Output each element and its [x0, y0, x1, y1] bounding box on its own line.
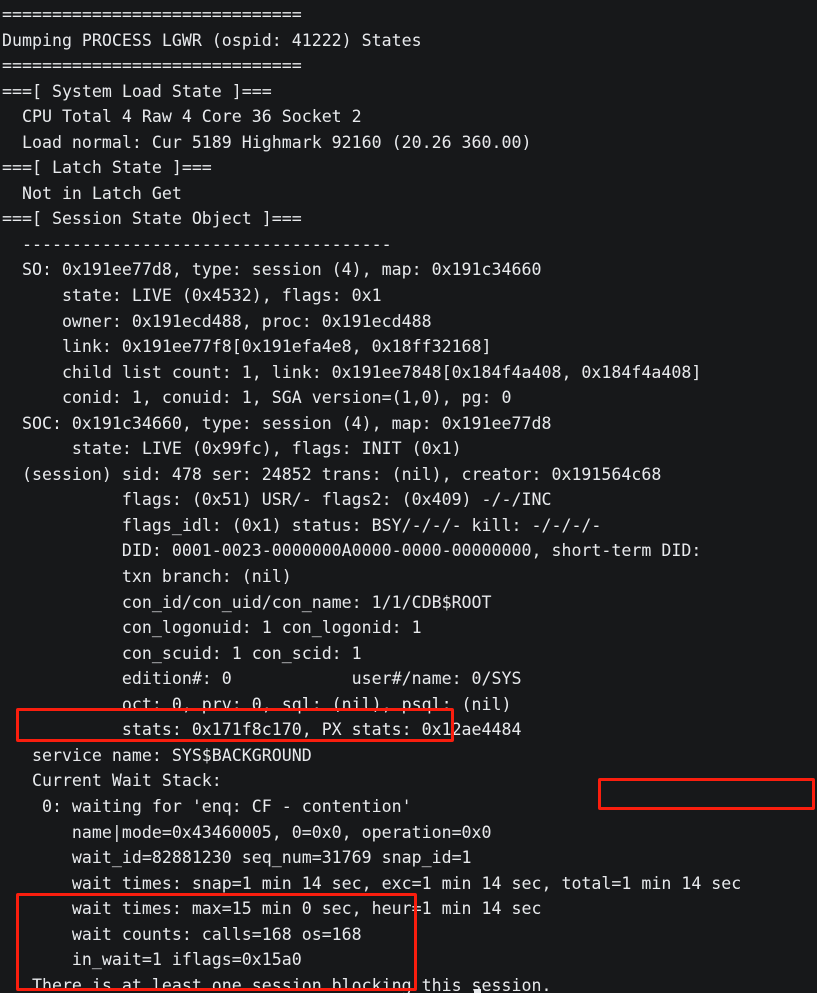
terminal-line: link: 0x191ee77f8[0x191efa4e8, 0x18ff321…: [2, 337, 492, 357]
terminal-line: owner: 0x191ecd488, proc: 0x191ecd488: [2, 311, 432, 331]
terminal-line: con_logonuid: 1 con_logonid: 1: [2, 618, 422, 638]
terminal-line: wait times: max=15 min 0 sec, heur=1 min…: [2, 899, 542, 919]
terminal-line: There is at least one session blocking t…: [2, 975, 552, 993]
terminal-line: con_id/con_uid/con_name: 1/1/CDB$ROOT: [2, 592, 492, 612]
terminal-line: -------------------------------------: [2, 234, 392, 254]
terminal-line: SO: 0x191ee77d8, type: session (4), map:…: [2, 260, 542, 280]
terminal-line: ==============================: [2, 56, 302, 76]
terminal-line: child list count: 1, link: 0x191ee7848[0…: [2, 362, 702, 382]
terminal-line: Load normal: Cur 5189 Highmark 92160 (20…: [2, 132, 532, 152]
terminal-line: wait times: snap=1 min 14 sec, exc=1 min…: [2, 873, 742, 893]
terminal-line: Current Wait Stack:: [2, 771, 222, 791]
terminal-line: SOC: 0x191c34660, type: session (4), map…: [2, 413, 552, 433]
terminal-line: (session) sid: 478 ser: 24852 trans: (ni…: [2, 464, 662, 484]
terminal-line: con_scuid: 1 con_scid: 1: [2, 643, 362, 663]
terminal-line: ===[ Latch State ]===: [2, 158, 212, 178]
terminal-line: ===[ Session State Object ]===: [2, 209, 302, 229]
terminal-line: service name: SYS$BACKGROUND: [2, 745, 312, 765]
terminal-line: txn branch: (nil): [2, 567, 292, 587]
terminal-line: name|mode=0x43460005, 0=0x0, operation=0…: [2, 822, 492, 842]
terminal-text-output: ============================== Dumping PR…: [0, 2, 817, 993]
terminal-line: state: LIVE (0x4532), flags: 0x1: [2, 286, 382, 306]
terminal-line: stats: 0x171f8c170, PX stats: 0x12ae4484: [2, 720, 522, 740]
terminal-line: flags: (0x51) USR/- flags2: (0x409) -/-/…: [2, 490, 552, 510]
terminal-line: wait counts: calls=168 os=168: [2, 924, 362, 944]
terminal-cursor: [474, 989, 481, 993]
terminal-line: conid: 1, conuid: 1, SGA version=(1,0), …: [2, 388, 512, 408]
terminal-line: ===[ System Load State ]===: [2, 81, 272, 101]
terminal-line: ==============================: [2, 5, 302, 24]
terminal-line: edition#: 0 user#/name: 0/SYS: [2, 669, 522, 689]
terminal-line: state: LIVE (0x99fc), flags: INIT (0x1): [2, 439, 462, 459]
terminal-line: wait_id=82881230 seq_num=31769 snap_id=1: [2, 848, 472, 868]
terminal-window[interactable]: ============================== Dumping PR…: [0, 0, 817, 993]
terminal-line: DID: 0001-0023-0000000A0000-0000-0000000…: [2, 541, 702, 561]
terminal-line: 0: waiting for 'enq: CF - contention': [2, 796, 412, 816]
terminal-line: CPU Total 4 Raw 4 Core 36 Socket 2: [2, 107, 362, 127]
terminal-line: oct: 0, prv: 0, sql: (nil), psql: (nil): [2, 694, 512, 714]
terminal-line: in_wait=1 iflags=0x15a0: [2, 950, 302, 970]
terminal-line: Dumping PROCESS LGWR (ospid: 41222) Stat…: [2, 30, 422, 50]
terminal-line: Not in Latch Get: [2, 183, 182, 203]
terminal-line: flags_idl: (0x1) status: BSY/-/-/- kill:…: [2, 515, 602, 535]
